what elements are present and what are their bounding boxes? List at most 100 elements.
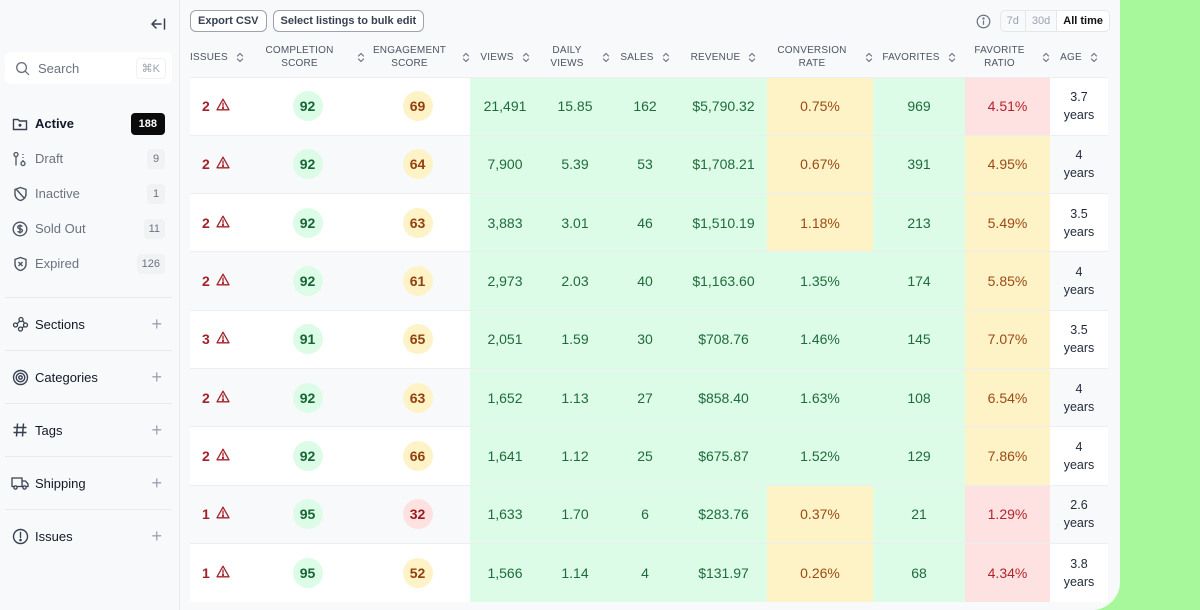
- add-section-icon[interactable]: +: [151, 315, 162, 333]
- table-row[interactable]: 3 91 65 2,051 1.59 30 $708.76 1.46% 145 7.07% 3.5 y…: [190, 309, 1108, 369]
- info-icon[interactable]: [976, 13, 992, 29]
- issues-cell[interactable]: 2: [190, 134, 250, 194]
- column-header-sales[interactable]: SALES: [610, 38, 680, 77]
- revenue-cell: $5,790.32: [680, 76, 767, 136]
- table-row[interactable]: 2 92 64 7,900 5.39 53 $1,708.21 0.67% 391 4.95% 4 y…: [190, 134, 1108, 194]
- sort-icon[interactable]: [602, 52, 610, 63]
- column-header-engagement[interactable]: ENGAGEMENT SCORE: [365, 38, 470, 77]
- sidebar-item-categories[interactable]: Categories +: [5, 350, 172, 403]
- sort-icon[interactable]: [1042, 52, 1050, 63]
- table-row[interactable]: 2 92 63 1,652 1.13 27 $858.40 1.63% 108 6.54% 4 yea…: [190, 367, 1108, 427]
- column-header-label: REVENUE: [690, 51, 741, 63]
- issues-cell[interactable]: 1: [190, 542, 250, 602]
- issues-cell[interactable]: 2: [190, 426, 250, 486]
- issue-count: 1: [202, 564, 210, 581]
- sidebar-item-shipping[interactable]: Shipping +: [5, 456, 172, 509]
- table-row[interactable]: 2 92 69 21,491 15.85 162 $5,790.32 0.75% 969 4.51…: [190, 76, 1108, 136]
- add-category-icon[interactable]: +: [151, 368, 162, 386]
- add-shipping-icon[interactable]: +: [151, 474, 162, 492]
- age-cell: 3.5 years: [1050, 309, 1108, 369]
- status-count: 9: [147, 148, 165, 169]
- issues-cell[interactable]: 2: [190, 193, 250, 252]
- column-header-fav-ratio[interactable]: FAVORITE RATIO: [965, 38, 1050, 77]
- favorite-ratio-cell: 5.49%: [965, 193, 1050, 252]
- column-header-issues[interactable]: ISSUES: [190, 38, 250, 77]
- sort-icon[interactable]: [748, 52, 756, 63]
- bulk-edit-button[interactable]: Select listings to bulk edit: [272, 10, 425, 32]
- column-header-label: FAVORITES: [882, 51, 940, 63]
- warning-icon: [216, 390, 230, 406]
- sort-icon[interactable]: [948, 52, 956, 63]
- export-csv-button[interactable]: Export CSV: [190, 10, 267, 32]
- column-header-label: ENGAGEMENT SCORE: [372, 45, 447, 70]
- completion-score-cell: 95: [250, 542, 365, 602]
- sort-icon[interactable]: [357, 52, 365, 63]
- engagement-score-badge: 63: [402, 382, 433, 413]
- age-value: 4: [1075, 381, 1083, 396]
- hash-icon: [11, 421, 29, 439]
- sort-icon[interactable]: [522, 52, 530, 63]
- sort-icon[interactable]: [236, 52, 244, 63]
- range-30d-button[interactable]: 30d: [1026, 11, 1058, 31]
- issues-cell[interactable]: 3: [190, 309, 250, 369]
- revenue-cell: $708.76: [680, 309, 767, 369]
- column-header-conversion[interactable]: CONVERSION RATE: [767, 38, 873, 77]
- collapse-left-icon: [150, 18, 166, 30]
- add-tag-icon[interactable]: +: [151, 421, 162, 439]
- sidebar-item-expired[interactable]: Expired 126: [0, 246, 180, 281]
- issues-cell[interactable]: 1: [190, 484, 250, 544]
- sort-icon[interactable]: [662, 52, 670, 63]
- section-label: Sections: [35, 316, 85, 332]
- age-cell: 4 years: [1050, 426, 1108, 486]
- column-header-revenue[interactable]: REVENUE: [680, 38, 767, 77]
- issues-cell[interactable]: 2: [190, 251, 250, 311]
- column-header-age[interactable]: AGE: [1050, 38, 1108, 77]
- daily-views-cell: 1.13: [540, 367, 610, 427]
- column-header-favorites[interactable]: FAVORITES: [873, 38, 965, 77]
- views-cell: 21,491: [470, 76, 540, 136]
- collapse-sidebar-button[interactable]: [148, 14, 168, 34]
- range-7d-button[interactable]: 7d: [1001, 11, 1026, 31]
- sidebar-item-tags[interactable]: Tags +: [5, 403, 172, 456]
- sort-icon[interactable]: [865, 52, 873, 63]
- status-label: Sold Out: [35, 221, 86, 236]
- status-label: Inactive: [35, 186, 80, 201]
- engagement-score-cell: 64: [365, 134, 470, 194]
- issues-cell[interactable]: 2: [190, 76, 250, 136]
- sidebar-item-sold-out[interactable]: Sold Out 11: [0, 211, 180, 246]
- column-header-label: ISSUES: [190, 51, 228, 63]
- age-value: 3.8: [1070, 556, 1088, 571]
- favorite-ratio-cell: 7.86%: [965, 426, 1050, 486]
- table-row[interactable]: 1 95 52 1,566 1.14 4 $131.97 0.26% 68 4.34% 3.8 yea…: [190, 542, 1108, 602]
- sidebar-item-draft[interactable]: Draft 9: [0, 141, 180, 176]
- table-row[interactable]: 1 95 32 1,633 1.70 6 $283.76 0.37% 21 1.29% 2.6 yea…: [190, 484, 1108, 544]
- app-window: Search ⌘K Active 188 Draft 9 Inactive 1 …: [0, 0, 1120, 610]
- sidebar-item-sections[interactable]: Sections +: [5, 297, 172, 350]
- column-header-completion[interactable]: COMPLETION SCORE: [250, 38, 365, 77]
- table-row[interactable]: 2 92 63 3,883 3.01 46 $1,510.19 1.18% 213 5.49% 3.…: [190, 193, 1108, 252]
- age-value: 2.6: [1070, 498, 1088, 513]
- engagement-score-badge: 52: [402, 557, 433, 588]
- range-all-time-button[interactable]: All time: [1057, 11, 1109, 31]
- engagement-score-cell: 65: [365, 309, 470, 369]
- engagement-score-cell: 52: [365, 542, 470, 602]
- issues-cell[interactable]: 2: [190, 367, 250, 427]
- conversion-rate-cell: 1.35%: [767, 251, 873, 311]
- add-issue-icon[interactable]: +: [151, 527, 162, 545]
- sort-icon[interactable]: [1090, 52, 1098, 63]
- sort-icon[interactable]: [462, 52, 470, 63]
- sidebar-search[interactable]: Search ⌘K: [5, 52, 172, 84]
- sidebar-item-issues[interactable]: Issues +: [5, 509, 172, 562]
- table-row[interactable]: 2 92 61 2,973 2.03 40 $1,163.60 1.35% 174 5.85% 4 y…: [190, 251, 1108, 311]
- column-header-daily-views[interactable]: DAILY VIEWS: [540, 38, 610, 77]
- column-header-label: AGE: [1060, 51, 1082, 63]
- sales-cell: 30: [610, 309, 680, 369]
- table-row[interactable]: 2 92 66 1,641 1.12 25 $675.87 1.52% 129 7.86% 4 yea…: [190, 426, 1108, 486]
- views-cell: 2,051: [470, 309, 540, 369]
- conversion-rate-cell: 0.37%: [767, 484, 873, 544]
- favorite-ratio-cell: 4.51%: [965, 76, 1050, 136]
- sidebar-item-active[interactable]: Active 188: [0, 106, 180, 141]
- issue-count: 2: [202, 447, 210, 464]
- sidebar-item-inactive[interactable]: Inactive 1: [0, 176, 180, 211]
- column-header-views[interactable]: VIEWS: [470, 38, 540, 77]
